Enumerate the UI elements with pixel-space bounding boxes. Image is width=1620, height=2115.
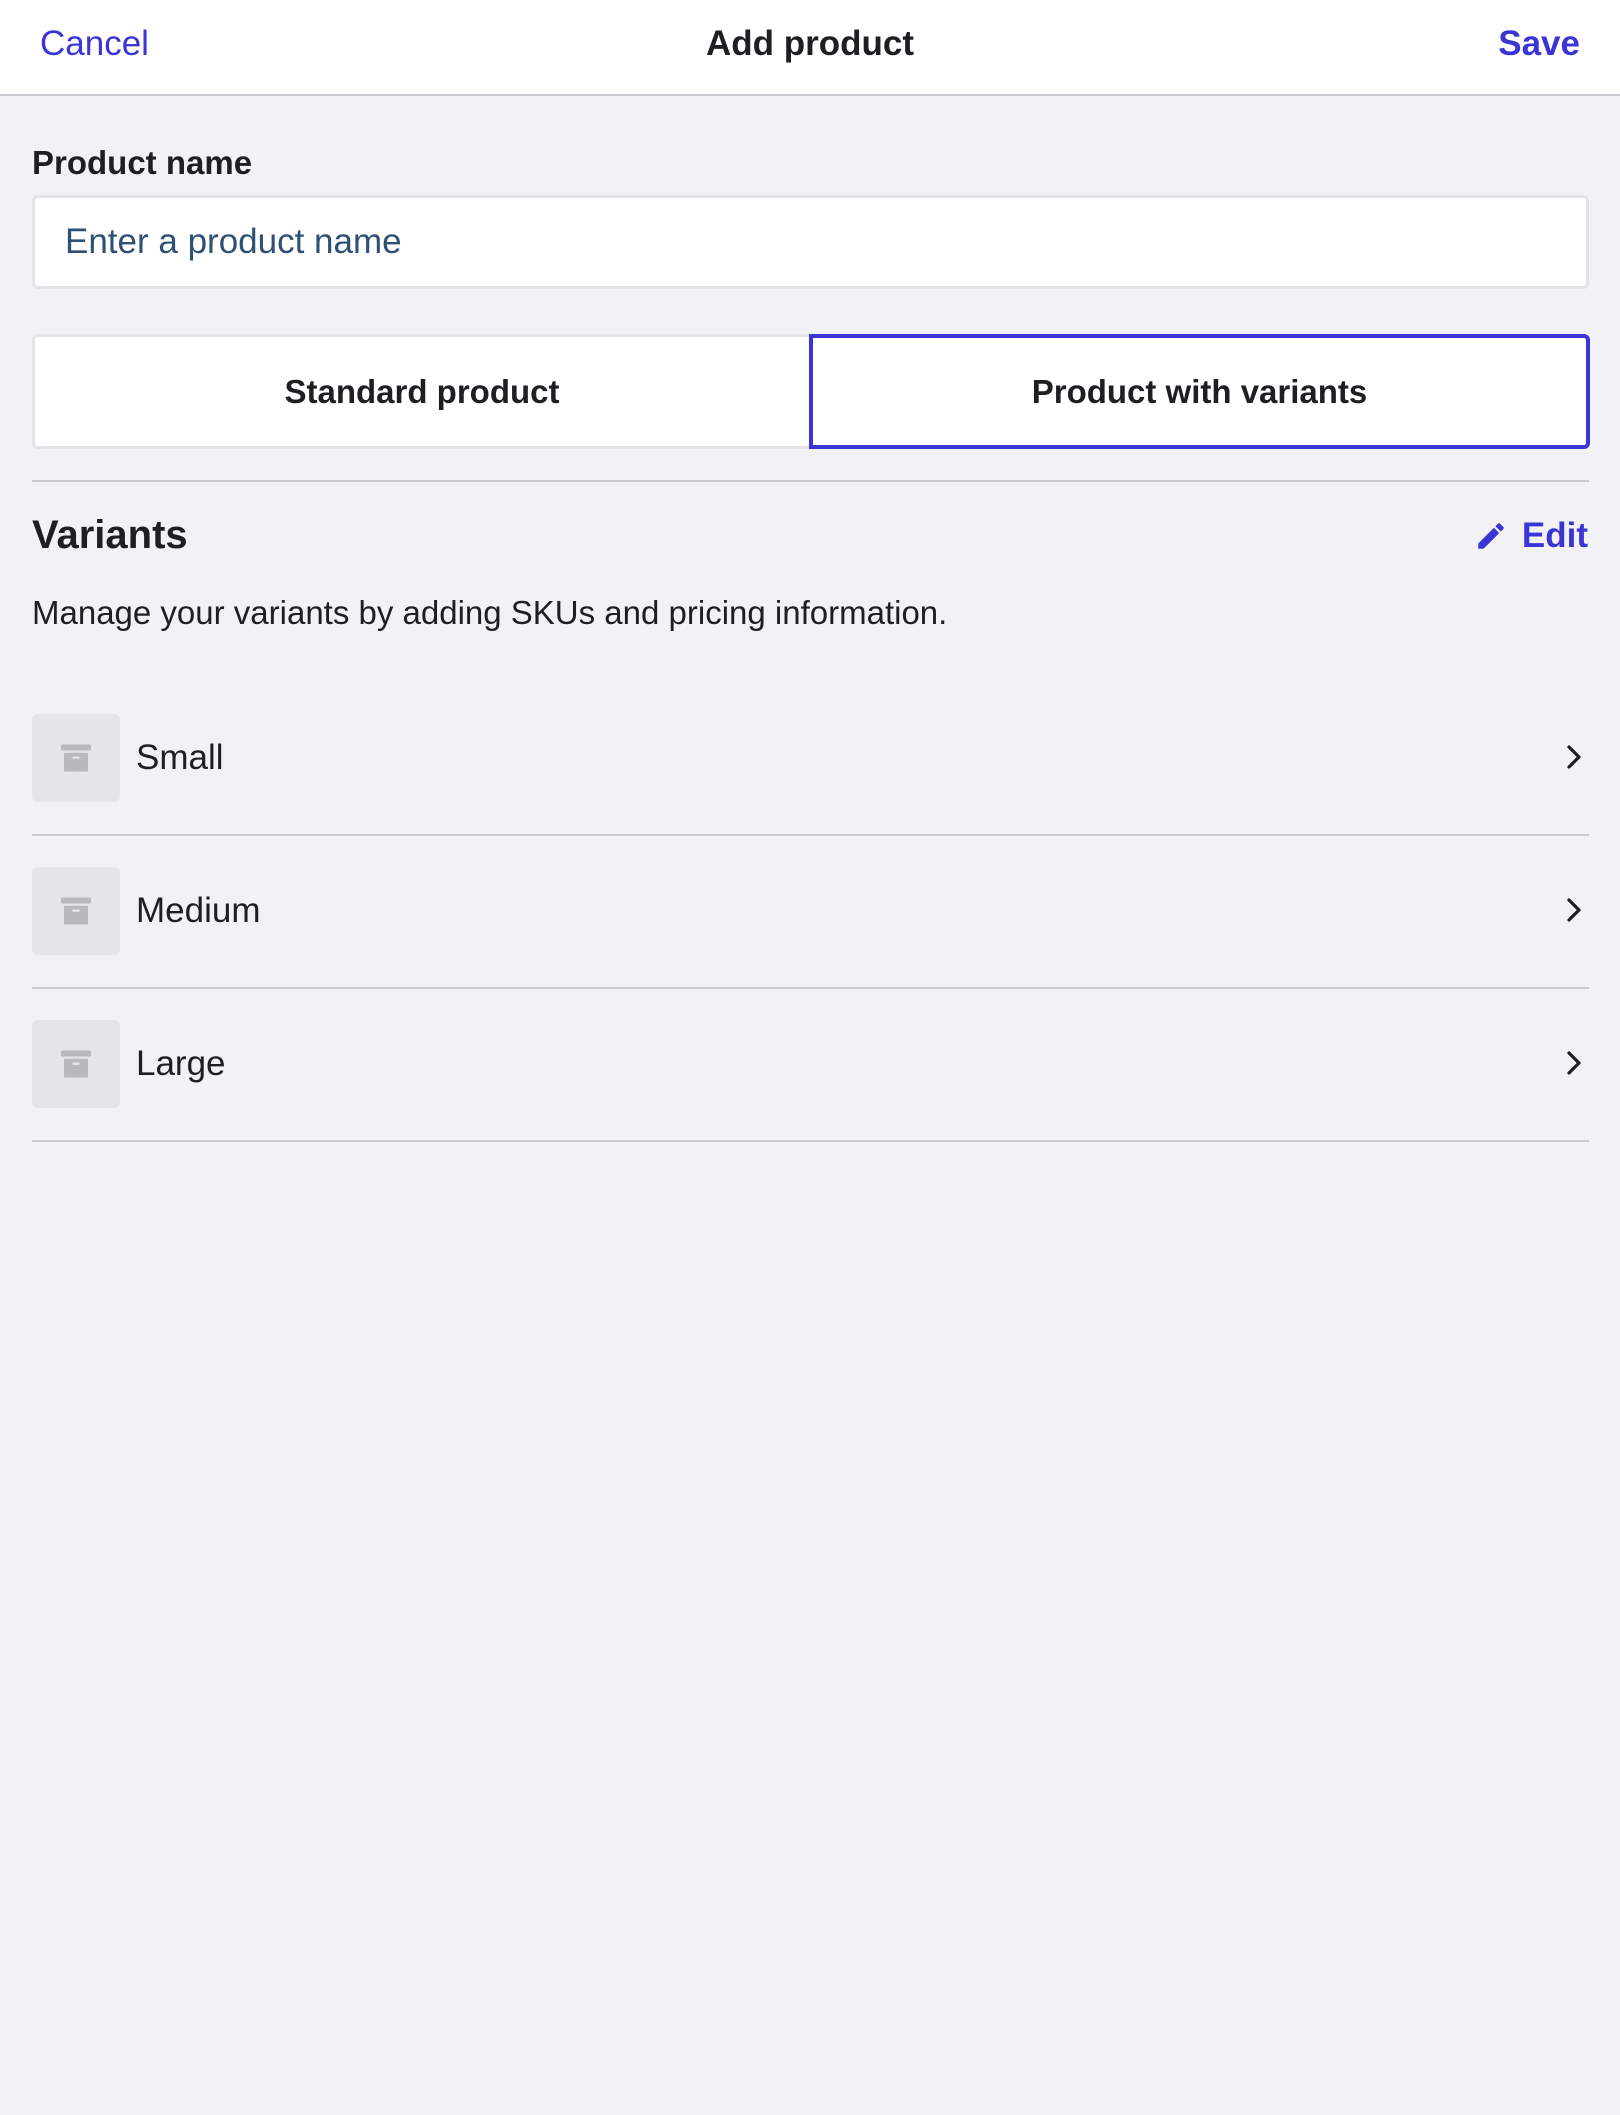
page-title: Add product xyxy=(705,24,915,63)
row-divider xyxy=(32,987,1589,989)
variants-heading: Variants xyxy=(32,513,188,557)
variant-name: Small xyxy=(136,738,224,777)
chevron-right-icon xyxy=(1559,742,1589,772)
top-bar: Cancel Add product Save xyxy=(0,0,1620,96)
archive-box-icon xyxy=(58,740,94,776)
chevron-right-icon xyxy=(1559,895,1589,925)
archive-box-icon xyxy=(58,1046,94,1082)
edit-label: Edit xyxy=(1521,516,1588,555)
product-type-segmented-control: Standard product Product with variants xyxy=(32,334,1590,449)
row-divider xyxy=(32,1140,1589,1142)
chevron-right-icon xyxy=(1559,1048,1589,1078)
section-divider xyxy=(32,480,1589,482)
product-with-variants-option[interactable]: Product with variants xyxy=(809,334,1590,449)
standard-product-option[interactable]: Standard product xyxy=(32,334,809,449)
variants-description: Manage your variants by adding SKUs and … xyxy=(32,594,948,631)
variant-thumbnail xyxy=(32,714,120,802)
variant-row-large[interactable]: Large xyxy=(32,1020,1589,1108)
row-divider xyxy=(32,834,1589,836)
variant-row-medium[interactable]: Medium xyxy=(32,867,1589,955)
edit-variants-button[interactable]: Edit xyxy=(1474,516,1588,556)
variant-row-small[interactable]: Small xyxy=(32,714,1589,802)
product-name-input[interactable] xyxy=(32,195,1589,289)
variant-thumbnail xyxy=(32,867,120,955)
archive-box-icon xyxy=(58,893,94,929)
save-button[interactable]: Save xyxy=(1498,24,1580,64)
variant-name: Medium xyxy=(136,891,261,930)
product-name-label: Product name xyxy=(32,144,253,181)
variant-name: Large xyxy=(136,1044,226,1083)
pencil-icon xyxy=(1474,519,1508,553)
variant-thumbnail xyxy=(32,1020,120,1108)
